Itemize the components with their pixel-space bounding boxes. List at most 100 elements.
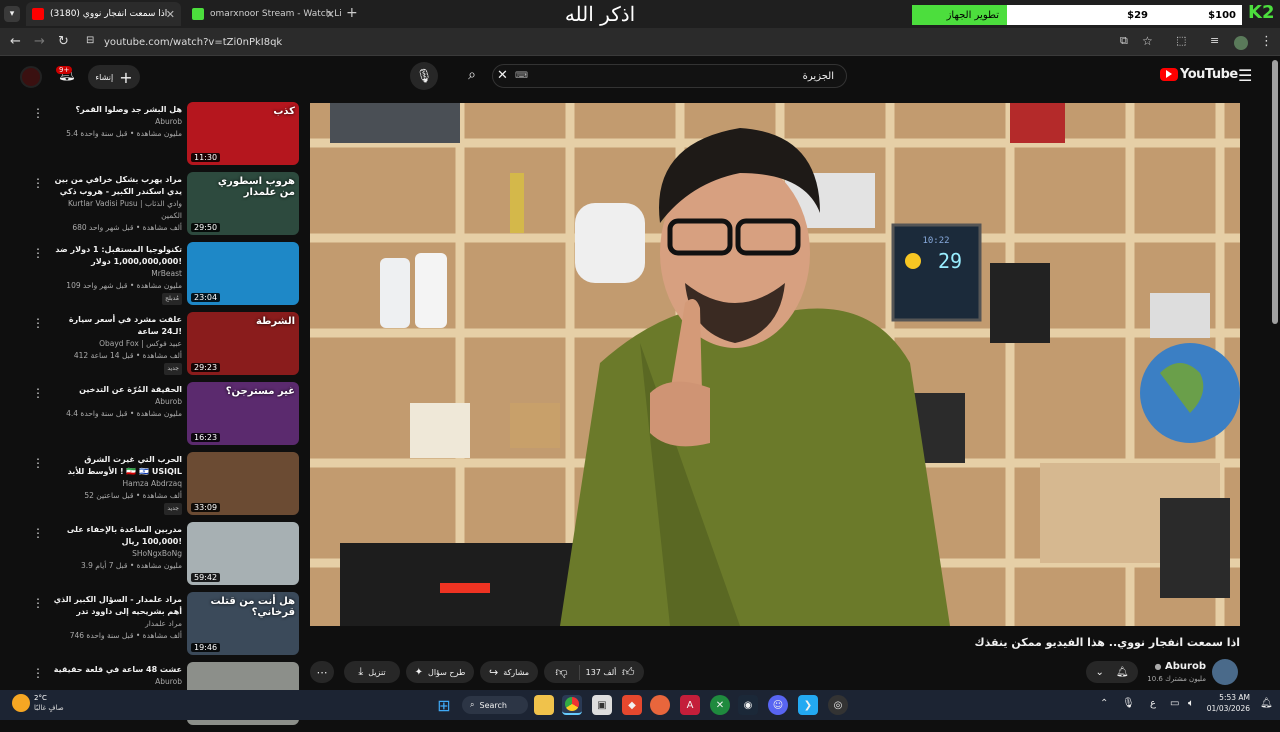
recommendation-channel[interactable]: MrBeast bbox=[52, 268, 182, 280]
voice-search-button[interactable]: 🎙︎ bbox=[410, 62, 438, 90]
recommendation-thumbnail[interactable]: 59:42 bbox=[187, 522, 299, 585]
store-icon[interactable]: ▣ bbox=[592, 695, 612, 715]
youtube-logo-text[interactable]: YouTube bbox=[1180, 67, 1238, 82]
recommendation-thumbnail[interactable]: 33:09 bbox=[187, 452, 299, 515]
video-player[interactable]: 10:22 29 bbox=[310, 103, 1240, 626]
more-options-icon[interactable]: ⋮ bbox=[32, 456, 44, 470]
ad-banner[interactable]: تطوير الجهاز $29 $100 bbox=[912, 5, 1242, 25]
recommendation-item[interactable]: ⋮ مدربين الساعدة بالإخفاء على 100,000 ري… bbox=[24, 522, 300, 592]
recommendation-title[interactable]: مراد يهرب بشكل خرافي من بين يدي اسكندر ا… bbox=[52, 174, 182, 198]
like-count[interactable]: 137 ألف bbox=[580, 668, 622, 677]
reading-list-icon[interactable]: ≡ bbox=[1210, 34, 1219, 47]
tab-list-button[interactable]: ▾ bbox=[4, 6, 20, 22]
weather-desc[interactable]: صافٍ غالبًا bbox=[34, 704, 64, 712]
more-options-icon[interactable]: ⋮ bbox=[32, 666, 44, 680]
recommendation-thumbnail[interactable]: الشرطة 29:23 bbox=[187, 312, 299, 375]
chrome-icon[interactable] bbox=[562, 695, 582, 715]
recommendation-item[interactable]: ⋮ مراد علمدار - السؤال الكبير الذي أهم ب… bbox=[24, 592, 300, 662]
menu-kebab-icon[interactable]: ⋮ bbox=[1260, 34, 1273, 49]
channel-avatar[interactable] bbox=[1212, 659, 1238, 685]
tab-youtube[interactable]: (3180) اذا سمعت انفجار نووي ✕ bbox=[26, 2, 181, 26]
extensions-icon[interactable]: ⬚ bbox=[1176, 34, 1186, 47]
windows-start-icon[interactable]: ⊞ bbox=[434, 695, 454, 715]
more-options-icon[interactable]: ⋮ bbox=[32, 176, 44, 190]
recommendation-title[interactable]: علقت مشرد في أسعر سيارة لـ24 ساعة! bbox=[52, 314, 182, 338]
cast-icon[interactable]: ⧉ bbox=[1120, 34, 1128, 48]
recommendation-title[interactable]: تكنولوجيا المستقبل: 1 دولار ضد 1,000,000… bbox=[52, 244, 182, 268]
search-icon[interactable]: ⌕ bbox=[457, 67, 487, 87]
new-tab-button[interactable]: + bbox=[346, 5, 358, 21]
steam-icon[interactable]: ◉ bbox=[738, 695, 758, 715]
guide-menu-icon[interactable]: ☰ bbox=[1238, 66, 1252, 85]
recommendation-channel[interactable]: Kurtlar Vadisi Pusu | وادي الذئاب الكمين bbox=[52, 198, 182, 222]
ask-button[interactable]: ✦ طرح سؤال bbox=[406, 661, 474, 683]
search-box[interactable]: ⌕ ✕ ⌨ الجزيرة bbox=[468, 64, 847, 88]
more-actions-button[interactable]: ⋯ bbox=[310, 661, 334, 683]
recommendation-title[interactable]: الحقيقة المُرّة عن التدخين bbox=[52, 384, 182, 396]
recommendation-title[interactable]: عشت 48 ساعة في قلعة حقيقية bbox=[52, 664, 182, 676]
notification-center-icon[interactable]: 🔔︎ bbox=[1260, 698, 1273, 709]
recommendation-channel[interactable]: مراد علمدار bbox=[52, 618, 182, 630]
language-indicator[interactable]: ع bbox=[1150, 698, 1156, 709]
bookmark-star-icon[interactable]: ☆ bbox=[1142, 34, 1153, 48]
create-button[interactable]: إنشاء + bbox=[88, 65, 140, 89]
more-options-icon[interactable]: ⋮ bbox=[32, 386, 44, 400]
recommendation-item[interactable]: ⋮ الحرب التي غيرت الشرق الأوسط للأبد ! 🇮… bbox=[24, 452, 300, 522]
recommendation-title[interactable]: مدربين الساعدة بالإخفاء على 100,000 ريال… bbox=[52, 524, 182, 548]
taskbar-search[interactable]: ⌕ Search bbox=[462, 696, 528, 714]
recommendation-item[interactable]: ⋮ تكنولوجيا المستقبل: 1 دولار ضد 1,000,0… bbox=[24, 242, 300, 312]
keyboard-icon[interactable]: ⌨ bbox=[515, 71, 528, 81]
tab-kick-stream[interactable]: omarxnoor Stream - Watch Live ✕ bbox=[186, 2, 341, 26]
brave-icon[interactable]: ◆ bbox=[622, 695, 642, 715]
recommendation-channel[interactable]: Hamza Abdrzaq bbox=[52, 478, 183, 490]
vscode-icon[interactable]: ❯ bbox=[798, 695, 818, 715]
more-options-icon[interactable]: ⋮ bbox=[32, 316, 44, 330]
subscribed-bell-button[interactable]: ⌄ 🔔︎ bbox=[1086, 661, 1138, 683]
discord-icon[interactable]: ☺ bbox=[768, 695, 788, 715]
recommendation-item[interactable]: ⋮ الحقيقة المُرّة عن التدخين Aburob 4.4 … bbox=[24, 382, 300, 452]
recommendation-channel[interactable]: Aburob bbox=[52, 396, 182, 408]
recommendation-thumbnail[interactable]: 23:04 bbox=[187, 242, 299, 305]
recommendation-thumbnail[interactable]: هل أنت من قتلت قرخاني؟ 19:46 bbox=[187, 592, 299, 655]
profile-avatar[interactable] bbox=[1234, 36, 1248, 50]
close-tab-icon[interactable]: ✕ bbox=[166, 8, 175, 21]
page-scrollbar[interactable] bbox=[1272, 60, 1278, 324]
like-icon[interactable]: 👍︎ bbox=[622, 665, 644, 680]
youtube-logo-icon[interactable] bbox=[1160, 68, 1178, 81]
dislike-icon[interactable]: 👎︎ bbox=[544, 664, 580, 680]
account-avatar[interactable] bbox=[20, 66, 42, 88]
obs-icon[interactable]: ◎ bbox=[828, 695, 848, 715]
recommendation-channel[interactable]: Obayd Fox | عبيد فوكس bbox=[52, 338, 182, 350]
recommendation-channel[interactable]: Aburob bbox=[52, 116, 182, 128]
tray-overflow-icon[interactable]: ⌃ bbox=[1100, 698, 1108, 709]
xbox-icon[interactable]: ✕ bbox=[710, 695, 730, 715]
download-button[interactable]: ⤓ تنزيل bbox=[344, 661, 400, 683]
volume-icon[interactable]: 🔈︎ bbox=[1188, 698, 1194, 709]
weather-temp[interactable]: 2°C bbox=[34, 694, 47, 702]
url-field[interactable]: ⊟ youtube.com/watch?v=tZi0nPkI8qk bbox=[82, 32, 1102, 52]
site-info-icon[interactable]: ⊟ bbox=[86, 35, 94, 46]
weather-icon[interactable] bbox=[12, 694, 30, 712]
recommendation-title[interactable]: الحرب التي غيرت الشرق الأوسط للأبد ! 🇮🇷 … bbox=[52, 454, 182, 478]
search-input[interactable]: الجزيرة bbox=[803, 71, 834, 82]
clock-time[interactable]: 5:53 AM bbox=[1206, 693, 1250, 702]
channel-name[interactable]: Aburob bbox=[1165, 661, 1206, 672]
adobe-icon[interactable]: A bbox=[680, 695, 700, 715]
back-icon[interactable]: ← bbox=[10, 34, 21, 49]
forward-icon[interactable]: → bbox=[34, 34, 45, 49]
recommendation-title[interactable]: هل البشر جد وصلوا القمر؟ bbox=[52, 104, 182, 116]
recommendation-item[interactable]: ⋮ مراد يهرب بشكل خرافي من بين يدي اسكندر… bbox=[24, 172, 300, 242]
reload-icon[interactable]: ↻ bbox=[58, 34, 69, 49]
more-options-icon[interactable]: ⋮ bbox=[32, 596, 44, 610]
network-icon[interactable]: ▭ bbox=[1170, 698, 1179, 709]
recommendation-channel[interactable]: Aburob bbox=[52, 676, 182, 688]
recommendation-thumbnail[interactable]: غير مسترجن؟ 16:23 bbox=[187, 382, 299, 445]
file-explorer-icon[interactable] bbox=[534, 695, 554, 715]
recommendation-title[interactable]: مراد علمدار - السؤال الكبير الذي أهم بشر… bbox=[52, 594, 182, 618]
channel-name-row[interactable]: ● Aburob bbox=[1150, 661, 1206, 672]
recommendation-item[interactable]: ⋮ هل البشر جد وصلوا القمر؟ Aburob 5.4 مل… bbox=[24, 102, 300, 172]
more-options-icon[interactable]: ⋮ bbox=[32, 526, 44, 540]
clear-search-icon[interactable]: ✕ bbox=[497, 68, 508, 83]
recommendation-item[interactable]: ⋮ علقت مشرد في أسعر سيارة لـ24 ساعة! Oba… bbox=[24, 312, 300, 382]
microphone-tray-icon[interactable]: 🎙︎ bbox=[1122, 698, 1135, 709]
